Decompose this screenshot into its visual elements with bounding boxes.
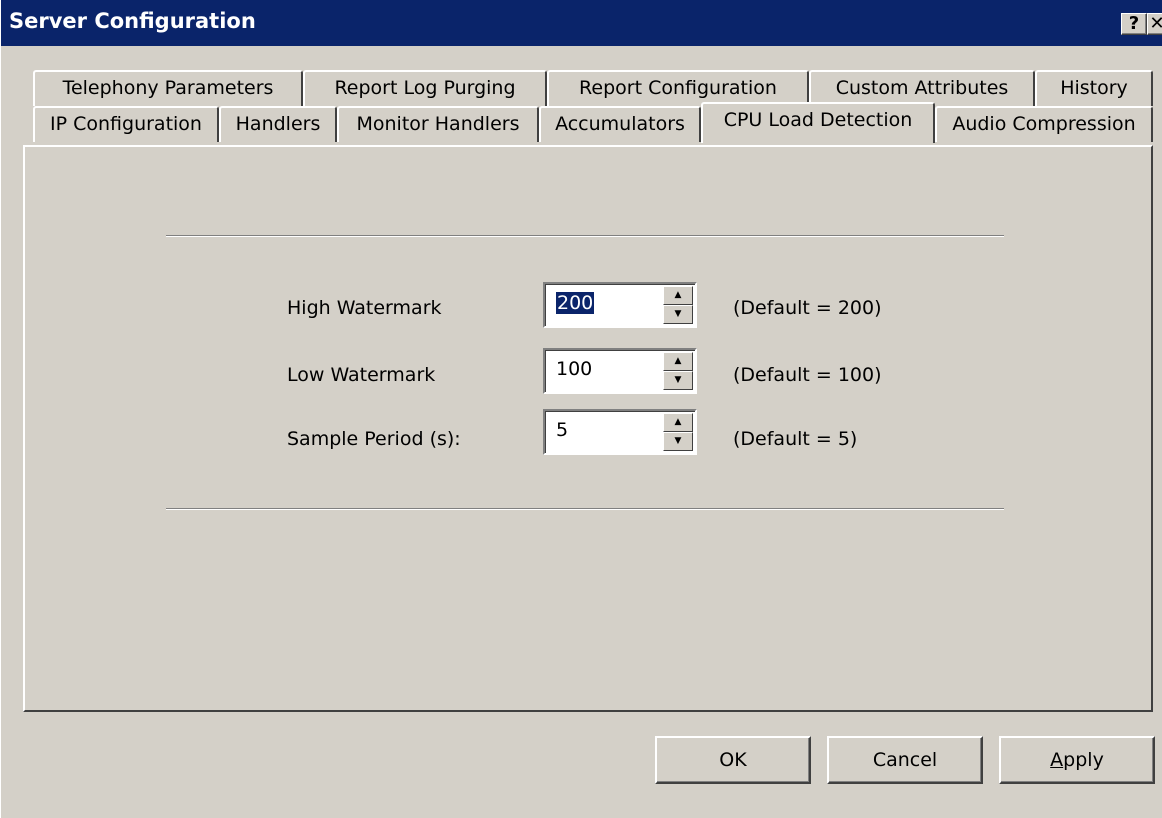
cancel-button[interactable]: Cancel bbox=[827, 736, 983, 784]
server-configuration-dialog: Server Configuration ? ✕ Telephony Param… bbox=[0, 0, 1162, 818]
ok-button[interactable]: OK bbox=[655, 736, 811, 784]
tab-accumulators[interactable]: Accumulators bbox=[539, 106, 701, 142]
tab-panel-cpu-load-detection bbox=[23, 145, 1153, 712]
apply-button[interactable]: Apply bbox=[999, 736, 1155, 784]
tab-monitor-handlers[interactable]: Monitor Handlers bbox=[337, 106, 539, 142]
apply-accelerator: A bbox=[1050, 749, 1064, 771]
tab-report-configuration[interactable]: Report Configuration bbox=[547, 70, 809, 106]
close-button[interactable]: ✕ bbox=[1147, 13, 1162, 35]
tab-history[interactable]: History bbox=[1035, 70, 1153, 106]
tab-custom-attributes[interactable]: Custom Attributes bbox=[809, 70, 1035, 106]
title-bar[interactable]: Server Configuration ? ✕ bbox=[1, 0, 1162, 46]
apply-label-rest: pply bbox=[1063, 749, 1104, 771]
window-title: Server Configuration bbox=[9, 9, 256, 33]
tab-ip-configuration[interactable]: IP Configuration bbox=[33, 106, 219, 142]
tab-audio-compression[interactable]: Audio Compression bbox=[935, 106, 1153, 142]
tab-cpu-load-detection[interactable]: CPU Load Detection bbox=[701, 102, 935, 143]
help-button[interactable]: ? bbox=[1121, 13, 1147, 35]
tab-report-log-purging[interactable]: Report Log Purging bbox=[303, 70, 547, 106]
tab-handlers[interactable]: Handlers bbox=[219, 106, 337, 142]
tab-telephony-parameters[interactable]: Telephony Parameters bbox=[33, 70, 303, 106]
